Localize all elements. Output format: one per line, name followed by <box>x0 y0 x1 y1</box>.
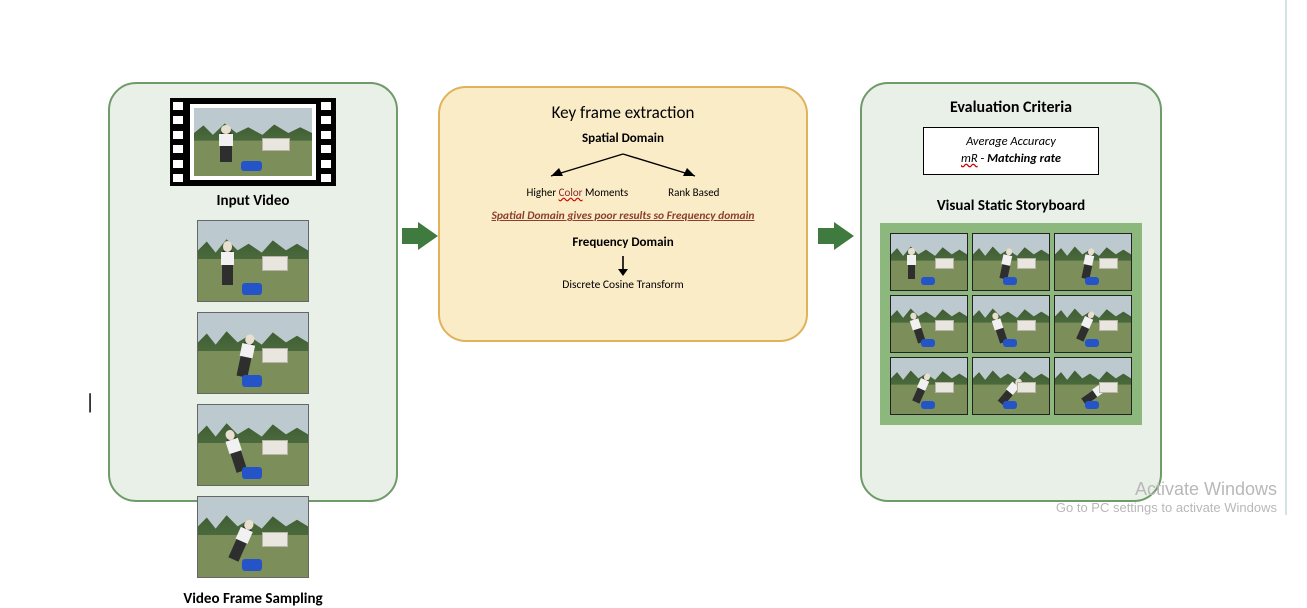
storyboard-frame <box>890 357 968 415</box>
watermark-line1: Activate Windows <box>1056 479 1277 500</box>
keyframe-extraction-box: Key frame extraction Spatial Domain High… <box>438 86 808 342</box>
filmstrip-frame-thumb <box>194 108 312 176</box>
keyframe-title: Key frame extraction <box>458 102 788 123</box>
rank-based-label: Rank Based <box>668 186 719 199</box>
right-guide-rule <box>1285 0 1287 515</box>
evaluation-metrics-box: Average Accuracy mR - Matching rate <box>923 127 1099 175</box>
storyboard-title: Visual Static Storyboard <box>876 197 1146 215</box>
activate-windows-watermark: Activate Windows Go to PC settings to ac… <box>1056 479 1277 515</box>
average-accuracy-label: Average Accuracy <box>932 134 1090 151</box>
watermark-line2: Go to PC settings to activate Windows <box>1056 500 1277 515</box>
filmstrip-icon <box>170 98 336 186</box>
spatial-note: Spatial Domain gives poor results so Fre… <box>458 209 788 223</box>
matching-rate-label: mR - Matching rate <box>932 151 1090 168</box>
storyboard-frame <box>972 295 1050 353</box>
video-frame-sampling-label: Video Frame Sampling <box>120 590 386 608</box>
storyboard-frame <box>1054 357 1132 415</box>
sample-frame <box>197 496 309 578</box>
storyboard-frame <box>1054 233 1132 291</box>
storyboard-panel <box>880 223 1142 425</box>
sample-frame <box>197 312 309 394</box>
input-video-label: Input Video <box>120 192 386 210</box>
storyboard-frame <box>890 233 968 291</box>
evaluation-criteria-title: Evaluation Criteria <box>876 98 1146 117</box>
sampled-frames-grid <box>120 220 386 578</box>
sample-frame <box>197 220 309 302</box>
frequency-domain-heading: Frequency Domain <box>458 235 788 250</box>
input-video-box: Input Video Video Frame Sampling <box>108 82 398 502</box>
storyboard-frame <box>890 295 968 353</box>
branch-arrows <box>458 152 788 184</box>
sample-frame <box>197 404 309 486</box>
diagram-canvas: | Input Video Video Frame Sampling Key f… <box>0 0 1307 515</box>
down-arrow-icon <box>458 256 788 276</box>
higher-color-moments-label: Higher Color Moments <box>527 186 629 199</box>
storyboard-frame <box>972 357 1050 415</box>
storyboard-frame <box>1054 295 1132 353</box>
spatial-branch-labels: Higher Color Moments Rank Based <box>458 186 788 199</box>
text-cursor: | <box>85 388 95 415</box>
storyboard-frame <box>972 233 1050 291</box>
dct-label: Discrete Cosine Transform <box>458 278 788 292</box>
spatial-domain-heading: Spatial Domain <box>458 131 788 146</box>
evaluation-box: Evaluation Criteria Average Accuracy mR … <box>860 82 1162 502</box>
